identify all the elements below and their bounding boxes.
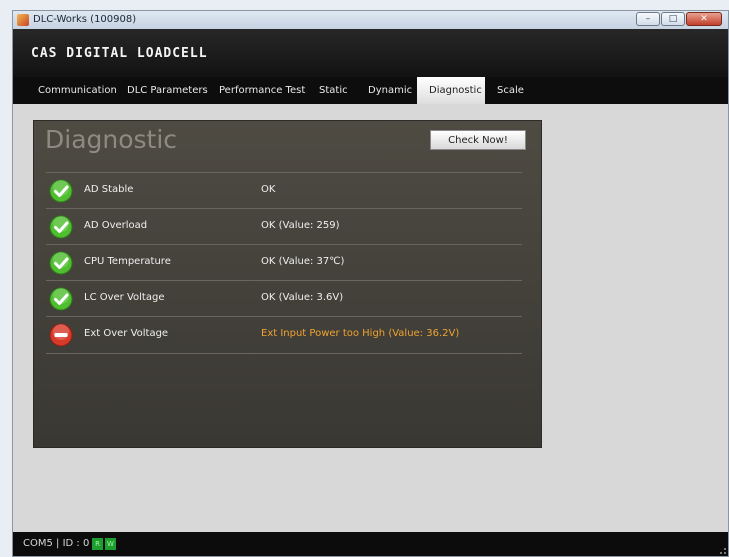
connection-status: COM5 | ID : 0 xyxy=(23,538,90,549)
tab-diagnostic[interactable]: Diagnostic xyxy=(417,77,485,104)
app-header: CAS DIGITAL LOADCELL xyxy=(13,29,728,77)
diagnostic-value: OK (Value: 3.6V) xyxy=(261,292,344,303)
app-icon xyxy=(17,14,29,26)
panel-title: Diagnostic xyxy=(45,125,178,154)
write-indicator: W xyxy=(105,538,116,550)
diagnostic-label: AD Stable xyxy=(84,184,134,195)
diagnostic-label: Ext Over Voltage xyxy=(84,328,169,339)
title-bar[interactable]: DLC-Works (100908) – □ ✕ xyxy=(13,11,728,29)
window-title: DLC-Works (100908) xyxy=(33,14,137,25)
maximize-button[interactable]: □ xyxy=(661,12,685,26)
diagnostic-value: OK (Value: 259) xyxy=(261,220,340,231)
resize-grip[interactable] xyxy=(720,548,726,554)
content-area: Diagnostic Check Now! AD Stable OK AD Ov… xyxy=(13,104,728,532)
diagnostic-row-ad-stable: AD Stable OK xyxy=(46,172,522,209)
diagnostic-value: OK (Value: 37℃) xyxy=(261,256,345,267)
diagnostic-value: OK xyxy=(261,184,276,195)
status-bar: COM5 | ID : 0 R W xyxy=(13,532,728,556)
check-icon xyxy=(49,215,73,239)
tab-communication[interactable]: Communication xyxy=(26,77,129,104)
check-icon xyxy=(49,287,73,311)
diagnostic-row-cpu-temperature: CPU Temperature OK (Value: 37℃) xyxy=(46,244,522,281)
check-icon xyxy=(49,179,73,203)
diagnostic-panel: Diagnostic Check Now! AD Stable OK AD Ov… xyxy=(33,120,542,448)
diagnostic-row-ad-overload: AD Overload OK (Value: 259) xyxy=(46,208,522,245)
tab-dlc-parameters[interactable]: DLC Parameters xyxy=(115,77,220,104)
diagnostic-label: LC Over Voltage xyxy=(84,292,165,303)
check-now-button[interactable]: Check Now! xyxy=(430,130,526,150)
close-button[interactable]: ✕ xyxy=(686,12,722,26)
diagnostic-label: CPU Temperature xyxy=(84,256,171,267)
window-controls: – □ ✕ xyxy=(636,12,722,26)
diagnostic-row-ext-over-voltage: Ext Over Voltage Ext Input Power too Hig… xyxy=(46,316,522,354)
minimize-button[interactable]: – xyxy=(636,12,660,26)
close-icon: ✕ xyxy=(700,13,708,24)
tab-dynamic[interactable]: Dynamic xyxy=(356,77,424,104)
diagnostic-value: Ext Input Power too High (Value: 36.2V) xyxy=(261,328,460,339)
brand-logo: CAS DIGITAL LOADCELL xyxy=(31,46,208,61)
diagnostic-row-lc-over-voltage: LC Over Voltage OK (Value: 3.6V) xyxy=(46,280,522,317)
tab-bar: Communication DLC Parameters Performance… xyxy=(13,77,728,104)
check-icon xyxy=(49,251,73,275)
tab-static[interactable]: Static xyxy=(307,77,360,104)
app-window: DLC-Works (100908) – □ ✕ CAS DIGITAL LOA… xyxy=(12,10,729,557)
tab-scale[interactable]: Scale xyxy=(485,77,536,104)
maximize-icon: □ xyxy=(668,13,678,24)
minimize-icon: – xyxy=(645,13,651,24)
diagnostic-label: AD Overload xyxy=(84,220,148,231)
read-indicator: R xyxy=(92,538,103,550)
minus-icon xyxy=(49,323,73,347)
tab-performance-test[interactable]: Performance Test xyxy=(207,77,317,104)
